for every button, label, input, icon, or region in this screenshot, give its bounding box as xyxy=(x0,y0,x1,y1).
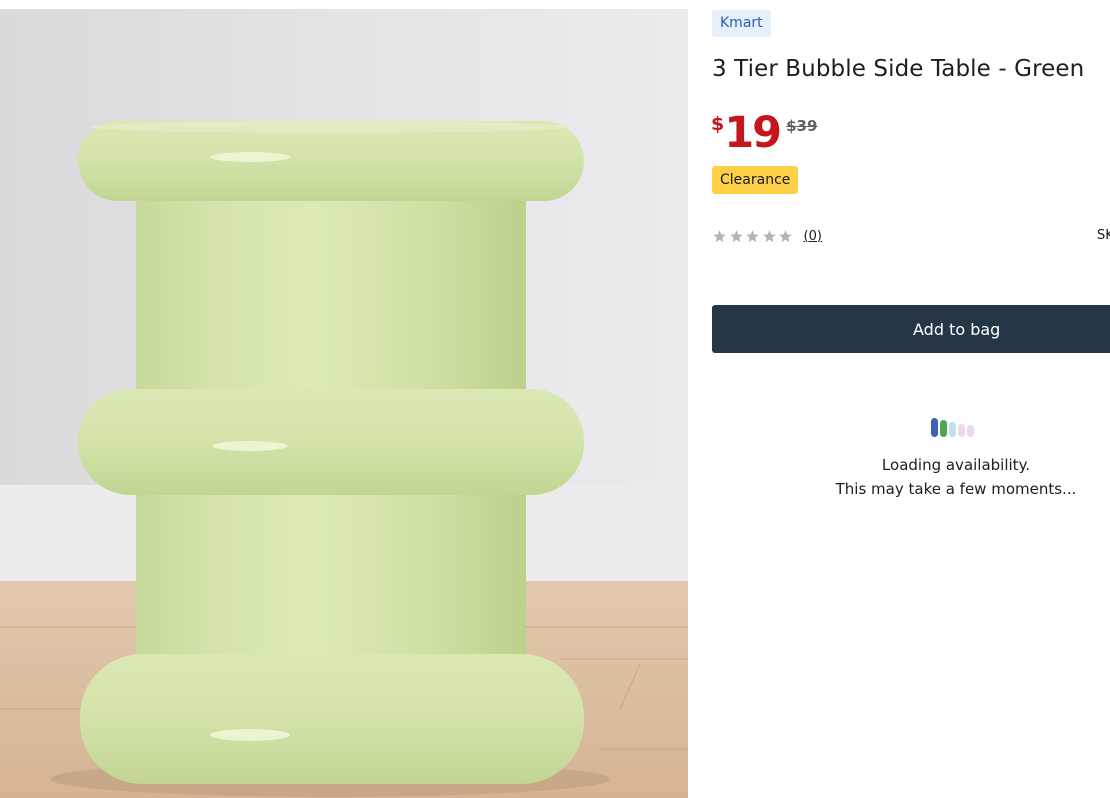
rating-row: (0) xyxy=(712,227,822,245)
loading-spinner-icon xyxy=(931,418,974,437)
brand-badge[interactable]: Kmart xyxy=(712,10,771,37)
star-icon xyxy=(713,229,726,242)
sku-label: SK xyxy=(1097,228,1110,243)
star-icon xyxy=(746,229,759,242)
clearance-badge: Clearance xyxy=(712,166,799,194)
product-title: 3 Tier Bubble Side Table - Green xyxy=(712,56,1085,82)
availability-loading-subtext: This may take a few moments... xyxy=(835,480,1077,498)
price-currency-symbol: $ xyxy=(711,113,725,135)
review-count-link[interactable]: (0) xyxy=(804,229,822,244)
price-row: $ 19 $39 xyxy=(711,108,818,158)
availability-loading-text: Loading availability. xyxy=(881,456,1031,474)
add-to-bag-button[interactable]: Add to bag xyxy=(712,305,1110,353)
star-icon xyxy=(779,229,792,242)
star-icon xyxy=(729,229,743,242)
price-current: 19 xyxy=(724,108,782,158)
product-image[interactable] xyxy=(0,9,688,798)
add-to-bag-label: Add to bag xyxy=(913,320,1001,339)
star-icon xyxy=(762,229,776,242)
price-was: $39 xyxy=(786,117,818,135)
product-page: Kmart 3 Tier Bubble Side Table - Green $… xyxy=(0,0,1110,798)
